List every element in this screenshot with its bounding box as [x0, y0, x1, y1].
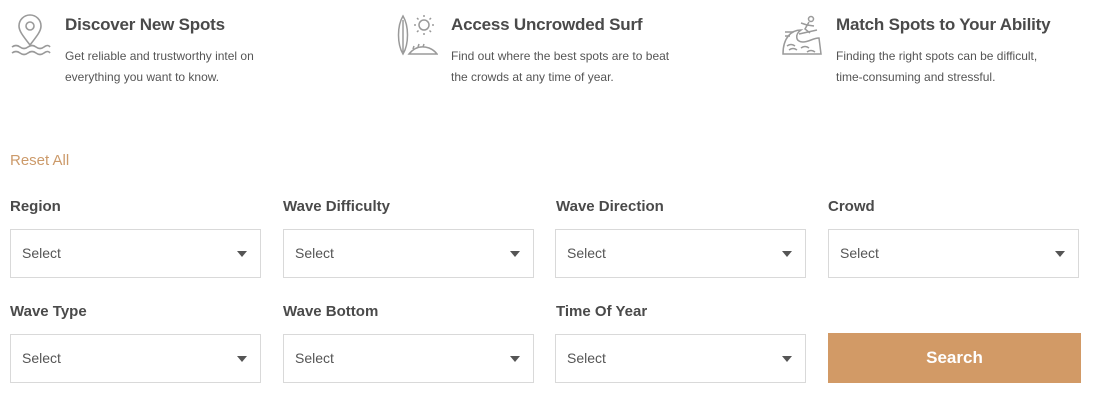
surfer-wave-icon — [781, 14, 823, 58]
wave-type-select-value: Select — [22, 350, 61, 366]
time-of-year-select[interactable]: Select — [555, 334, 806, 383]
chevron-down-icon — [237, 356, 247, 362]
chevron-down-icon — [510, 356, 520, 362]
chevron-down-icon — [782, 356, 792, 362]
reset-all-link[interactable]: Reset All — [10, 152, 69, 169]
region-select[interactable]: Select — [10, 229, 261, 278]
crowd-select[interactable]: Select — [828, 229, 1079, 278]
region-label: Region — [10, 198, 61, 215]
wave-direction-select[interactable]: Select — [555, 229, 806, 278]
wave-type-label: Wave Type — [10, 303, 87, 320]
feature-match-spots: Match Spots to Your Ability Finding the … — [781, 10, 1081, 100]
feature-title: Match Spots to Your Ability — [836, 15, 1051, 34]
feature-title: Discover New Spots — [65, 15, 225, 34]
wave-direction-label: Wave Direction — [556, 198, 664, 215]
feature-description: Get reliable and trustworthy intel on ev… — [65, 49, 254, 84]
chevron-down-icon — [237, 251, 247, 257]
chevron-down-icon — [510, 251, 520, 257]
wave-difficulty-select-value: Select — [295, 245, 334, 261]
wave-difficulty-label: Wave Difficulty — [283, 198, 390, 215]
time-of-year-select-value: Select — [567, 350, 606, 366]
feature-description: Find out where the best spots are to bea… — [451, 49, 670, 84]
feature-title: Access Uncrowded Surf — [451, 15, 643, 34]
crowd-select-value: Select — [840, 245, 879, 261]
wave-bottom-select[interactable]: Select — [283, 334, 534, 383]
search-button[interactable]: Search — [828, 333, 1081, 383]
surfboard-sun-icon — [396, 14, 439, 58]
wave-bottom-select-value: Select — [295, 350, 334, 366]
region-select-value: Select — [22, 245, 61, 261]
feature-access-uncrowded-surf: Access Uncrowded Surf Find out where the… — [396, 10, 696, 100]
crowd-label: Crowd — [828, 198, 875, 215]
wave-difficulty-select[interactable]: Select — [283, 229, 534, 278]
feature-discover-new-spots: Discover New Spots Get reliable and trus… — [10, 10, 310, 100]
wave-type-select[interactable]: Select — [10, 334, 261, 383]
wave-bottom-label: Wave Bottom — [283, 303, 379, 320]
map-pin-waves-icon — [10, 14, 52, 58]
wave-direction-select-value: Select — [567, 245, 606, 261]
chevron-down-icon — [782, 251, 792, 257]
chevron-down-icon — [1055, 251, 1065, 257]
time-of-year-label: Time Of Year — [556, 303, 648, 320]
feature-description: Finding the right spots can be difficult… — [836, 49, 1038, 84]
